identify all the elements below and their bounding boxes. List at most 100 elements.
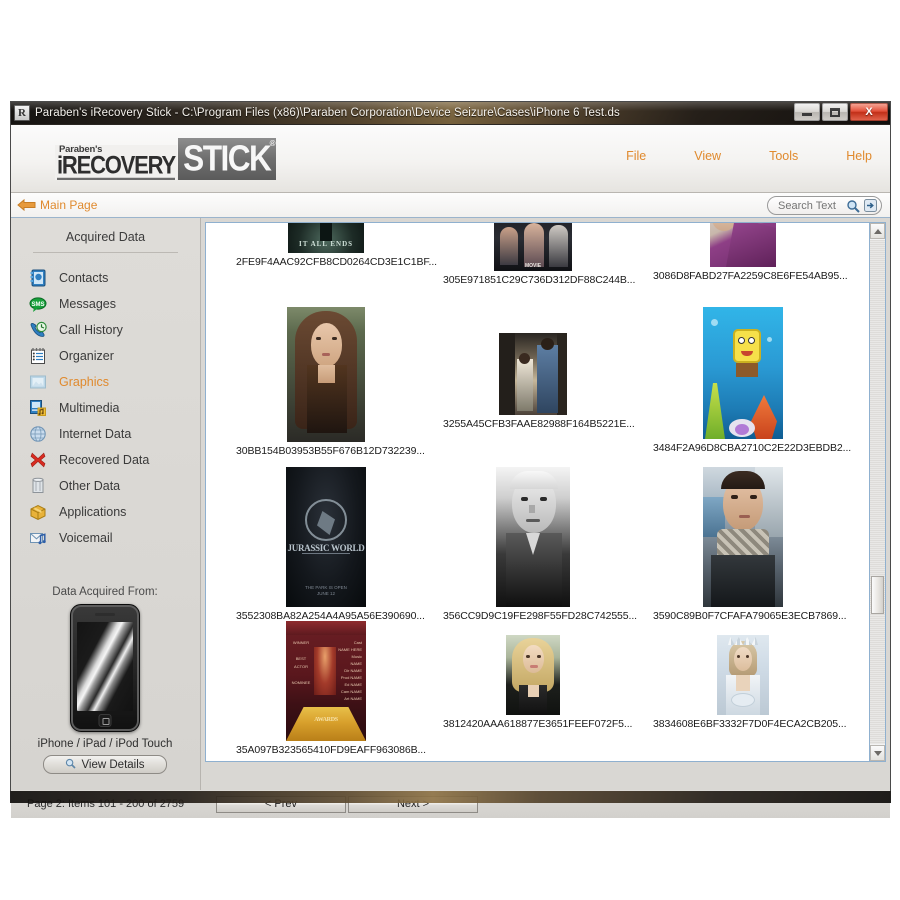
- sidebar-item-label: Internet Data: [59, 427, 132, 441]
- voicemail-icon: [29, 529, 47, 547]
- portrait-bw-man[interactable]: [496, 467, 570, 607]
- data-acquired-from-panel: Data Acquired From: iPhone / iPad / iPod…: [11, 586, 199, 774]
- grid-item[interactable]: 3255A45CFB3FAAE82988F164B5221E...: [443, 333, 635, 430]
- sidebar-item-organizer[interactable]: Organizer: [11, 343, 200, 369]
- search-box[interactable]: [767, 196, 882, 215]
- menu-item-help[interactable]: Help: [846, 149, 872, 163]
- menu-item-tools[interactable]: Tools: [769, 149, 798, 163]
- grid-item[interactable]: IT ALL ENDS 2FE9F4AAC92CFB8CD0264CD3E1C1…: [236, 223, 437, 268]
- back-arrow-icon[interactable]: [17, 198, 36, 212]
- menu-item-view[interactable]: View: [694, 149, 721, 163]
- scroll-down-arrow-icon[interactable]: [870, 745, 885, 761]
- grid-item[interactable]: WINNER BEST ACTOR NOMINEE Cast NAME HERE Mu…: [236, 621, 426, 756]
- svg-text:SMS: SMS: [31, 302, 44, 308]
- sidebar-title: Acquired Data: [65, 230, 146, 244]
- photo-two-figures[interactable]: [499, 333, 567, 415]
- portrait-crown[interactable]: [717, 635, 769, 715]
- maximize-button[interactable]: [822, 103, 848, 121]
- navigation-strip: Main Page: [11, 193, 890, 218]
- app-icon: R: [14, 105, 30, 121]
- red-x-icon: [29, 451, 47, 469]
- registered-mark-icon: ®: [269, 139, 276, 148]
- grid-item-label: 2FE9F4AAC92CFB8CD0264CD3E1C1BF...: [236, 256, 437, 268]
- minimize-icon: [802, 113, 812, 116]
- photo-three-people[interactable]: MOVIE: [494, 223, 572, 271]
- close-button[interactable]: X: [850, 103, 888, 121]
- main-page-link[interactable]: Main Page: [40, 198, 97, 212]
- photo-purple-dress[interactable]: [710, 223, 776, 267]
- poster-awards-red[interactable]: WINNER BEST ACTOR NOMINEE Cast NAME HERE Mu…: [286, 621, 366, 741]
- portrait-blonde[interactable]: [506, 635, 560, 715]
- grid-item[interactable]: 30BB154B03953B55F676B12D732239...: [236, 307, 425, 457]
- sidebar-item-messages[interactable]: SMS Messages: [11, 291, 200, 317]
- globe-icon: [29, 425, 47, 443]
- sidebar-item-voicemail[interactable]: Voicemail: [11, 525, 200, 551]
- scroll-up-arrow-icon[interactable]: [870, 223, 885, 239]
- magnifier-icon[interactable]: [845, 198, 861, 214]
- grid-item-label: 3834608E6BF3332F7D0F4ECA2CB205...: [653, 718, 847, 730]
- package-icon: [29, 503, 47, 521]
- window-title: Paraben's iRecovery Stick - C:\Program F…: [35, 107, 620, 119]
- logo-stick: STICK: [183, 138, 272, 179]
- sidebar-item-label: Graphics: [59, 375, 110, 389]
- portrait-brunette[interactable]: [287, 307, 365, 442]
- grid-item[interactable]: JURASSIC WORLD THE PARK IS OPEN JUNE 12 3…: [236, 467, 425, 622]
- grid-item-label: 30BB154B03953B55F676B12D732239...: [236, 445, 425, 457]
- sidebar-item-label: Recovered Data: [59, 453, 150, 467]
- portrait-man-scarf[interactable]: [703, 467, 783, 607]
- sidebar-item-label: Voicemail: [59, 531, 113, 545]
- grid-item-label: 3484F2A96D8CBA2710C2E22D3EBDB2...: [653, 442, 852, 454]
- minimize-button[interactable]: [794, 103, 820, 121]
- sidebar-item-label: Applications: [59, 505, 127, 519]
- go-arrow-icon[interactable]: [862, 198, 878, 214]
- grid-item[interactable]: 356CC9D9C19FE298F55FD28C742555...: [443, 467, 637, 622]
- graphics-grid: IT ALL ENDS 2FE9F4AAC92CFB8CD0264CD3E1C1…: [206, 223, 861, 761]
- body-area: Acquired Data Contacts SMS Messages Call…: [11, 218, 890, 790]
- sidebar-item-internet-data[interactable]: Internet Data: [11, 421, 200, 447]
- logo-irecovery: iRECOVERY: [57, 150, 176, 180]
- scrollbar-track[interactable]: [870, 240, 885, 744]
- grid-item-label: 3086D8FABD27FA2259C8E6FE54AB95...: [653, 270, 848, 282]
- maximize-icon: [830, 107, 840, 117]
- cartoon-spongebob[interactable]: [703, 307, 783, 439]
- logo-stick-box: STICK ®: [177, 138, 277, 180]
- grid-item-label: 305E971851C29C736D312DF88C244B...: [443, 274, 636, 286]
- sidebar: Acquired Data Contacts SMS Messages Call…: [11, 218, 201, 790]
- grid-item[interactable]: 3834608E6BF3332F7D0F4ECA2CB205...: [653, 635, 847, 730]
- sidebar-item-multimedia[interactable]: Multimedia: [11, 395, 200, 421]
- poster-it-all-ends[interactable]: IT ALL ENDS: [288, 223, 364, 253]
- poster-jurassic[interactable]: JURASSIC WORLD THE PARK IS OPEN JUNE 12: [286, 467, 366, 607]
- sidebar-item-label: Messages: [59, 297, 116, 311]
- product-logo: Paraben's iRECOVERY STICK ®: [55, 138, 277, 180]
- brand-header: Paraben's iRECOVERY STICK ® for APPLE™ i…: [11, 125, 890, 305]
- grid-item-label: 3590C89B0F7CFAFA79065E3ECB7869...: [653, 610, 847, 622]
- organizer-icon: [29, 347, 47, 365]
- sidebar-item-other-data[interactable]: Other Data: [11, 473, 200, 499]
- logo-text-block: Paraben's iRECOVERY: [55, 145, 177, 180]
- search-input[interactable]: [778, 199, 844, 212]
- menu-item-file[interactable]: File: [626, 149, 646, 163]
- main-content-pane: IT ALL ENDS 2FE9F4AAC92CFB8CD0264CD3E1C1…: [201, 218, 890, 790]
- grid-item[interactable]: MOVIE 305E971851C29C736D312DF88C244B...: [443, 223, 636, 286]
- grid-item-label: 356CC9D9C19FE298F55FD28C742555...: [443, 610, 637, 622]
- scroll-thumb[interactable]: [871, 576, 884, 614]
- view-details-button[interactable]: View Details: [43, 755, 167, 774]
- grid-item[interactable]: 3086D8FABD27FA2259C8E6FE54AB95...: [653, 223, 848, 282]
- sidebar-item-label: Other Data: [59, 479, 121, 493]
- grid-item[interactable]: 3484F2A96D8CBA2710C2E22D3EBDB2...: [653, 307, 852, 454]
- grid-vertical-scrollbar[interactable]: [869, 222, 886, 762]
- sidebar-item-recovered-data[interactable]: Recovered Data: [11, 447, 200, 473]
- graphics-icon: [29, 373, 47, 391]
- application-window: R Paraben's iRecovery Stick - C:\Program…: [10, 101, 891, 818]
- call-history-icon: [29, 321, 47, 339]
- grid-item-label: 3812420AAA618877E3651FEEF072F5...: [443, 718, 633, 730]
- grid-item[interactable]: 3590C89B0F7CFAFA79065E3ECB7869...: [653, 467, 847, 622]
- grid-item[interactable]: 3812420AAA618877E3651FEEF072F5...: [443, 635, 633, 730]
- phone-screen: [77, 622, 133, 711]
- device-type-label: iPhone / iPad / iPod Touch: [37, 738, 173, 750]
- sidebar-item-contacts[interactable]: Contacts: [11, 265, 200, 291]
- sidebar-item-graphics[interactable]: Graphics: [11, 369, 200, 395]
- sidebar-item-call-history[interactable]: Call History: [11, 317, 200, 343]
- title-bar: R Paraben's iRecovery Stick - C:\Program…: [11, 102, 890, 125]
- sidebar-item-applications[interactable]: Applications: [11, 499, 200, 525]
